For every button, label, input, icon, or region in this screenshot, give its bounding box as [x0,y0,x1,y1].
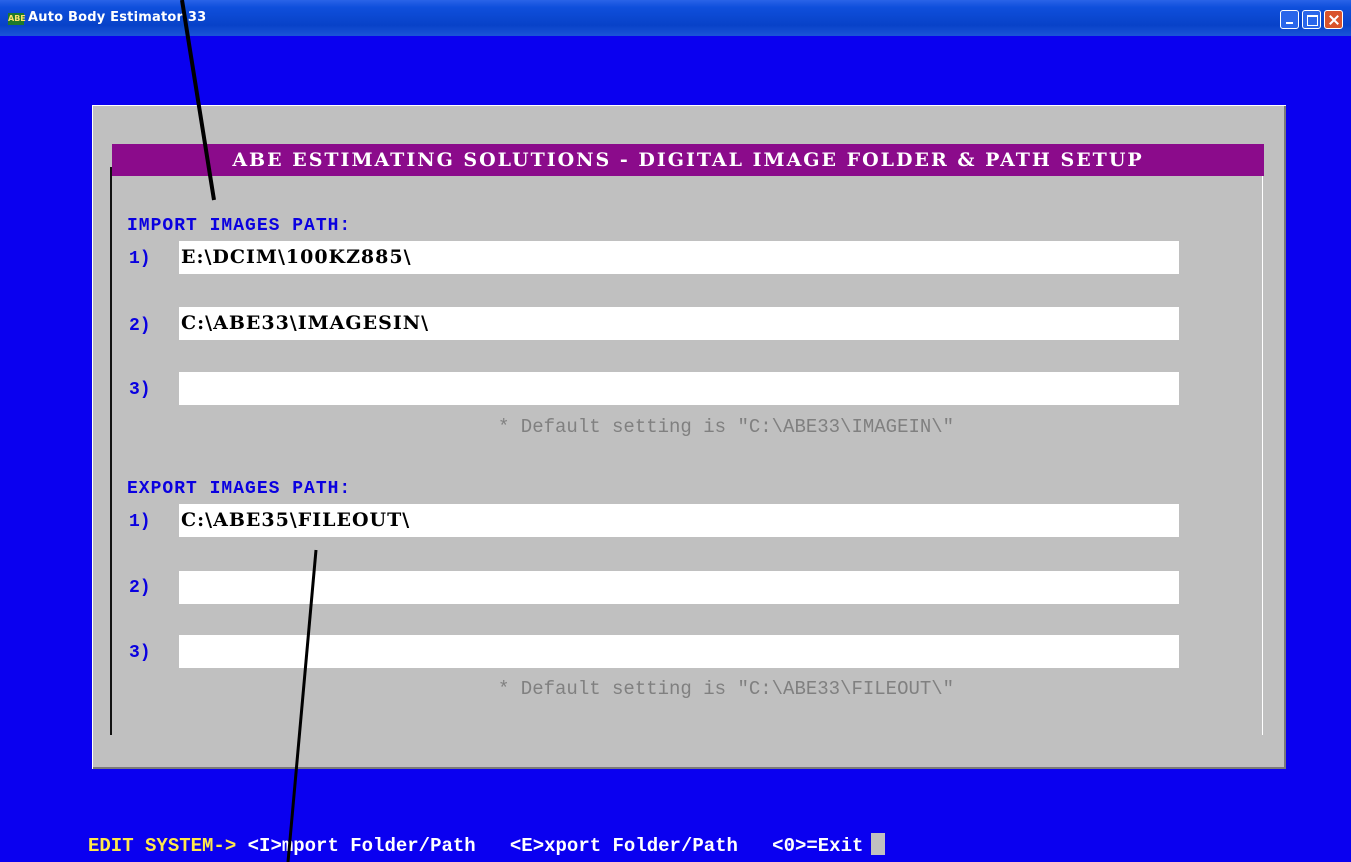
export-default-note: * Default setting is "C:\ABE33\FILEOUT\" [498,678,955,700]
window-titlebar: ABE Auto Body Estimator 33 [0,0,1351,36]
window-title: Auto Body Estimator 33 [28,10,207,25]
exit-command[interactable]: <0>=Exit [772,835,863,857]
export-row-2-number: 2) [129,578,151,598]
export-path-2-input[interactable] [179,571,1179,604]
import-default-note: * Default setting is "C:\ABE33\IMAGEIN\" [498,416,955,438]
export-path-1-input[interactable] [179,504,1179,537]
export-section-label: EXPORT IMAGES PATH: [127,479,352,499]
dialog-header: ABE ESTIMATING SOLUTIONS - DIGITAL IMAGE… [112,144,1264,176]
import-row-2-number: 2) [129,316,151,336]
import-path-2-input[interactable] [179,307,1179,340]
import-path-3-input[interactable] [179,372,1179,405]
import-row-3-number: 3) [129,380,151,400]
import-row-1-number: 1) [129,249,151,269]
close-icon[interactable] [1324,10,1343,29]
app-icon: ABE [8,13,26,25]
export-row-1-number: 1) [129,512,151,532]
command-bar: EDIT SYSTEM-> <I>mport Folder/Path <E>xp… [88,833,886,857]
export-path-3-input[interactable] [179,635,1179,668]
import-folder-command[interactable]: <I>mport Folder/Path [248,835,476,857]
export-folder-command[interactable]: <E>xport Folder/Path [510,835,738,857]
text-cursor [871,833,886,855]
maximize-icon[interactable] [1302,10,1321,29]
import-path-1-input[interactable] [179,241,1179,274]
export-row-3-number: 3) [129,643,151,663]
import-section-label: IMPORT IMAGES PATH: [127,216,352,236]
edit-system-label: EDIT SYSTEM-> [88,835,237,857]
minimize-icon[interactable] [1280,10,1299,29]
